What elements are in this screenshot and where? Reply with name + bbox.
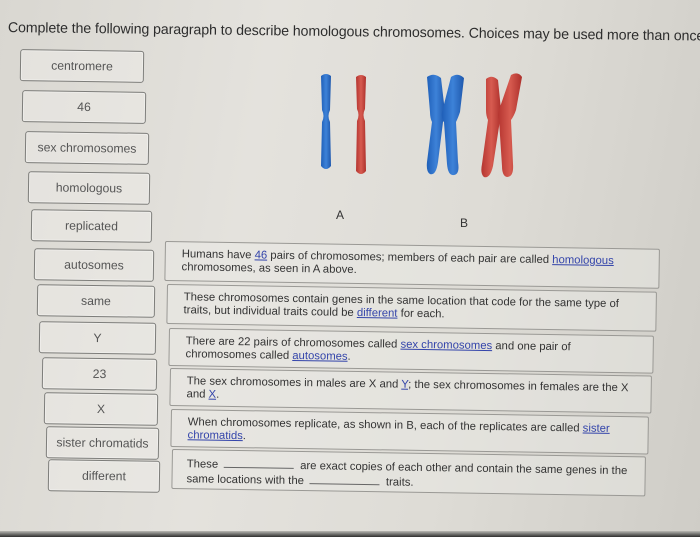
sentence-5[interactable]: When chromosomes replicate, as shown in … <box>170 409 649 455</box>
sentence-1[interactable]: Humans have 46 pairs of chromosomes; mem… <box>164 241 660 289</box>
choice-23[interactable]: 23 <box>41 357 158 391</box>
choice-homologous[interactable]: homologous <box>27 171 151 205</box>
sentence-6[interactable]: These are exact copies of each other and … <box>171 449 646 497</box>
blank-drop-zone-2[interactable] <box>309 472 381 485</box>
answer-46[interactable]: 46 <box>255 249 268 261</box>
sentence-4-text-3: . <box>216 388 220 401</box>
sentence-5-text-2: . <box>242 429 247 442</box>
choice-y[interactable]: Y <box>38 321 157 355</box>
screen-edge <box>0 531 700 537</box>
chromosome-b-blue <box>426 74 464 176</box>
choice-46[interactable]: 46 <box>21 90 147 124</box>
answer-sex-chromosomes[interactable]: sex chromosomes <box>400 339 492 352</box>
sentence-1-text-1: Humans have <box>181 248 255 262</box>
choice-autosomes[interactable]: autosomes <box>33 248 155 282</box>
chromosome-figure: A B <box>300 60 540 240</box>
figure-label-b: B <box>460 216 469 230</box>
instruction-text: Complete the following paragraph to desc… <box>7 20 700 45</box>
sentence-6-text-1: These <box>186 458 219 471</box>
answer-autosomes[interactable]: autosomes <box>292 349 347 362</box>
sentence-3[interactable]: There are 22 pairs of chromosomes called… <box>168 328 654 374</box>
chromosome-a-blue <box>321 74 331 169</box>
sentence-2[interactable]: These chromosomes contain genes in the s… <box>166 284 657 332</box>
figure-label-a: A <box>336 208 345 222</box>
choice-sister-chromatids[interactable]: sister chromatids <box>45 426 160 460</box>
chromosome-a-red <box>356 75 366 174</box>
answer-different[interactable]: different <box>357 306 398 319</box>
choice-x[interactable]: X <box>43 392 159 426</box>
sentence-2-text-2: for each. <box>397 307 445 320</box>
chromosome-b-red <box>481 73 522 178</box>
answer-homologous[interactable]: homologous <box>552 254 614 267</box>
sentence-1-text-3: chromosomes, as seen in A above. <box>181 260 357 276</box>
choice-sex-chromosomes[interactable]: sex chromosomes <box>24 131 150 165</box>
blank-drop-zone-1[interactable] <box>224 456 295 469</box>
sentence-4[interactable]: The sex chromosomes in males are X and Y… <box>169 368 652 414</box>
choice-same[interactable]: same <box>36 284 156 318</box>
choice-different[interactable]: different <box>47 459 161 493</box>
sentence-6-text-3: traits. <box>385 475 414 489</box>
sentence-5-text-1: When chromosomes replicate, as shown in … <box>187 416 583 435</box>
choice-centromere[interactable]: centromere <box>19 49 145 83</box>
sentence-3-text-3: . <box>347 350 351 363</box>
choice-replicated[interactable]: replicated <box>30 209 153 243</box>
